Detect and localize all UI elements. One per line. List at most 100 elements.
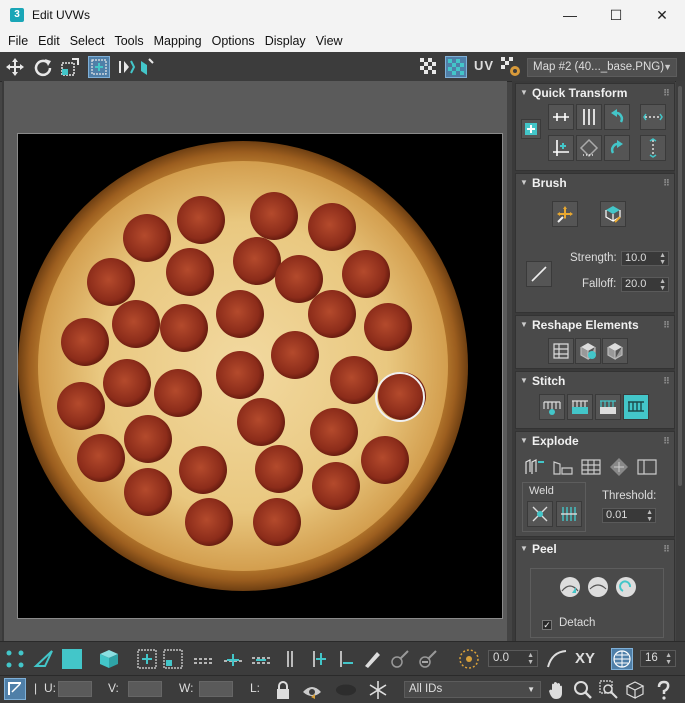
relax-settings-icon[interactable] [602,338,628,364]
ring-select-icon[interactable] [279,648,301,670]
uv-space-label[interactable]: UV [474,58,494,73]
flatten-by-material-icon[interactable] [578,454,604,480]
flip-icon[interactable] [136,56,158,78]
zoom-icon[interactable] [572,679,594,701]
paint-move-icon[interactable] [552,201,578,227]
scale-icon[interactable] [59,56,81,78]
pivot-icon[interactable] [521,119,541,139]
ring-shrink-icon[interactable] [335,648,357,670]
strength-spinner[interactable]: 10.0 ▲ ▼ [621,251,669,266]
weld-selected-icon[interactable] [527,501,553,527]
element-select-icon[interactable] [98,648,120,670]
uv-texture-frame[interactable] [17,133,503,619]
stitch-to-target-icon[interactable] [567,394,593,420]
loop-shrink-icon[interactable] [250,648,272,670]
weld-target-icon[interactable] [556,501,582,527]
explode-header[interactable]: ▼ Explode ⠿ [516,432,674,450]
paint-select-icon[interactable] [361,648,383,670]
ring-grow-icon[interactable] [308,648,330,670]
freeform-mode-icon[interactable] [88,56,110,78]
soft-selection-icon[interactable] [458,648,480,670]
texture-map-dropdown[interactable]: Map #2 (40..._base.PNG) ▼ [527,58,677,77]
rotate-ccw-icon[interactable] [604,104,630,130]
detach-checkbox[interactable]: ✓ [542,620,552,630]
stitch-average-icon[interactable] [595,394,621,420]
vertex-select-icon[interactable] [4,648,26,670]
uv-viewport[interactable] [2,81,507,641]
help-icon[interactable] [652,679,674,701]
align-horizontal-icon[interactable] [548,104,574,130]
rotation-angle-spinner[interactable]: 0.0 ▲ ▼ [488,650,538,667]
align-vertical-icon[interactable] [576,104,602,130]
quick-transform-header[interactable]: ▼ Quick Transform ⠿ [516,84,674,102]
v-coordinate-field[interactable] [128,681,162,697]
straighten-icon[interactable] [576,135,602,161]
grid-size-spinner[interactable]: 16 ▲ ▼ [640,650,676,667]
move-icon[interactable] [4,56,26,78]
loop-grow-icon[interactable] [222,648,244,670]
relax-icon[interactable] [575,338,601,364]
flatten-custom-icon[interactable] [634,454,660,480]
lock-icon[interactable] [272,679,294,701]
xy-axis-toggle[interactable]: XY [575,650,595,667]
falloff-spinner[interactable]: 20.0 ▲ ▼ [621,277,669,292]
shrink-selection-icon[interactable] [162,648,184,670]
straighten-selection-icon[interactable] [548,338,574,364]
flatten-by-smoothing-icon[interactable] [606,454,632,480]
relax-brush-icon[interactable] [600,201,626,227]
stitch-header[interactable]: ▼ Stitch ⠿ [516,372,674,390]
peel-header[interactable]: ▼ Peel ⠿ [516,540,674,558]
paint-select-grow-icon[interactable] [389,648,411,670]
paint-select-shrink-icon[interactable] [417,648,439,670]
menu-edit[interactable]: Edit [33,30,65,52]
grid-snap-icon[interactable] [611,648,633,670]
menu-select[interactable]: Select [65,30,110,52]
menu-tools[interactable]: Tools [109,30,148,52]
menu-mapping[interactable]: Mapping [149,30,207,52]
freeze-icon[interactable] [367,679,389,701]
menu-options[interactable]: Options [207,30,260,52]
rotate-icon[interactable] [32,56,54,78]
polygon-select-icon[interactable] [61,648,83,670]
w-coordinate-field[interactable] [199,681,233,697]
checker-pattern-icon[interactable] [418,56,440,78]
space-horizontal-icon[interactable] [640,104,666,130]
mirror-icon[interactable] [116,56,138,78]
zoom-region-icon[interactable] [598,679,620,701]
edge-select-icon[interactable] [33,648,55,670]
show-map-icon[interactable] [445,56,467,78]
maximize-button[interactable]: ☐ [593,0,639,30]
flatten-by-angle-icon[interactable] [550,454,576,480]
loop-select-icon[interactable] [192,648,214,670]
grow-selection-icon[interactable] [136,648,158,670]
panel-scrollbar-thumb[interactable] [678,86,682,486]
absolute-offset-icon[interactable] [4,678,26,700]
stitch-to-source-icon[interactable] [623,394,649,420]
rotate-cw-icon[interactable] [604,135,630,161]
menu-view[interactable]: View [311,30,348,52]
break-icon[interactable] [522,454,548,480]
reset-peel-icon[interactable] [613,574,639,600]
peel-mode-icon[interactable] [585,574,611,600]
falloff-curve-icon[interactable] [546,648,568,670]
stitch-custom-icon[interactable] [539,394,565,420]
brush-header[interactable]: ▼ Brush ⠿ [516,174,674,192]
pan-icon[interactable] [546,679,568,701]
threshold-spinner[interactable]: 0.01 ▲ ▼ [602,508,656,523]
zoom-extents-icon[interactable] [624,679,646,701]
quick-transform-rollout: ▼ Quick Transform ⠿ [515,83,675,171]
reshape-elements-header[interactable]: ▼ Reshape Elements ⠿ [516,316,674,334]
space-vertical-icon[interactable] [640,135,666,161]
visibility-toggle-icon[interactable] [335,679,357,701]
menu-file[interactable]: File [3,30,33,52]
close-button[interactable]: ✕ [639,0,685,30]
show-hidden-icon[interactable] [301,679,323,701]
material-id-dropdown[interactable]: All IDs ▼ [404,681,541,698]
align-to-edge-icon[interactable] [548,135,574,161]
u-coordinate-field[interactable] [58,681,92,697]
brush-falloff-curve-icon[interactable] [526,261,552,287]
texture-settings-icon[interactable] [500,56,522,78]
menu-display[interactable]: Display [260,30,311,52]
minimize-button[interactable]: — [547,0,593,30]
quick-peel-icon[interactable] [557,574,583,600]
